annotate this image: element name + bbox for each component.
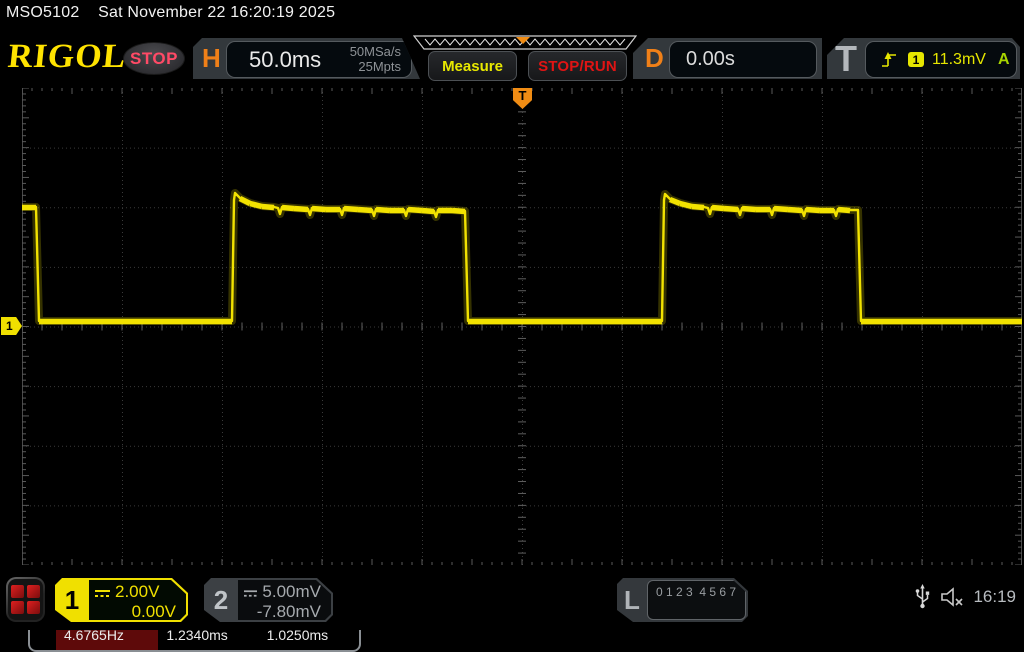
bottom-bar: 1 2.00V 0.00V 2 (0, 570, 1024, 630)
trigger-display[interactable]: 1 11.3mV A (865, 41, 1017, 78)
multi-window-button[interactable] (6, 577, 45, 622)
horizontal-label: H (202, 43, 221, 74)
channel1-number: 1 (55, 578, 89, 622)
run-state-indicator[interactable]: STOP (123, 42, 185, 75)
logic-label: L (617, 578, 647, 622)
acquisition-info: 50MSa/s 25Mpts (350, 44, 401, 74)
stop-run-button[interactable]: STOP/RUN (528, 51, 627, 81)
model-name: MSO5102 (6, 4, 79, 21)
trigger-level-value: 11.3mV (932, 51, 986, 69)
timebase-display[interactable]: 50.0ms 50MSa/s 25Mpts (226, 41, 412, 78)
oscilloscope-screen: MSO5102 Sat November 22 16:20:19 2025 RI… (0, 0, 1024, 630)
channel2-number: 2 (204, 578, 238, 622)
delay-value: 0.00s (686, 48, 735, 71)
dc-coupling-icon (244, 589, 257, 598)
measure-button[interactable]: Measure (428, 51, 517, 81)
measure-button-label: Measure (442, 58, 503, 75)
trigger-mode: A (998, 51, 1010, 69)
speaker-muted-icon (939, 586, 965, 608)
delay-panel[interactable]: D 0.00s (633, 38, 822, 79)
logic-row2: 8 9 1011 12131415 (683, 621, 786, 635)
horizontal-panel[interactable]: H 50.0ms 50MSa/s 25Mpts (193, 38, 420, 79)
channel1-panel[interactable]: 1 2.00V 0.00V (55, 578, 188, 622)
timebase-value: 50.0ms (249, 47, 321, 73)
stop-run-label: STOP/RUN (538, 58, 617, 75)
channel1-ground-marker[interactable]: 1 (1, 317, 22, 335)
dc-coupling-icon (95, 589, 110, 598)
logic-channels-panel[interactable]: L 0 1 2 3 4 5 6 7 8 9 1011 12131415 (617, 578, 748, 622)
delay-label: D (645, 43, 664, 74)
channel1-offset: 0.00V (132, 602, 176, 622)
trigger-label: T (835, 38, 857, 80)
memory-depth: 25Mpts (350, 59, 401, 74)
delay-display[interactable]: 0.00s (669, 41, 817, 78)
system-tray: 16:19 (915, 584, 1020, 610)
channel2-panel[interactable]: 2 5.00mV -7.80mV (204, 578, 333, 622)
channel2-offset: -7.80mV (257, 602, 321, 622)
waveform-overview-strip[interactable] (413, 35, 637, 51)
waveform-display-area: T 1 Freq1 4.6765Hz FallTime1 1.2340ms Ri… (0, 86, 1024, 568)
trigger-source-badge: 1 (908, 52, 924, 67)
rigol-logo: RIGOL (6, 38, 128, 76)
waveform-plot (22, 88, 1022, 565)
datetime-text: Sat November 22 16:20:19 2025 (98, 4, 335, 21)
logic-row1: 0 1 2 3 4 5 6 7 (656, 585, 736, 599)
channel2-scale: 5.00mV (262, 582, 321, 602)
run-state-label: STOP (130, 49, 178, 69)
channel1-scale: 2.00V (115, 582, 159, 602)
clock-time: 16:19 (973, 587, 1016, 607)
quad-grid-icon (8, 579, 43, 620)
edge-trigger-icon (880, 51, 898, 69)
status-bar: MSO5102 Sat November 22 16:20:19 2025 (6, 4, 335, 22)
header-bar: RIGOL STOP H 50.0ms 50MSa/s 25Mpts Measu… (0, 32, 1024, 84)
trigger-panel[interactable]: T 1 11.3mV A (827, 38, 1020, 79)
usb-icon (915, 584, 930, 610)
sample-rate: 50MSa/s (350, 44, 401, 59)
